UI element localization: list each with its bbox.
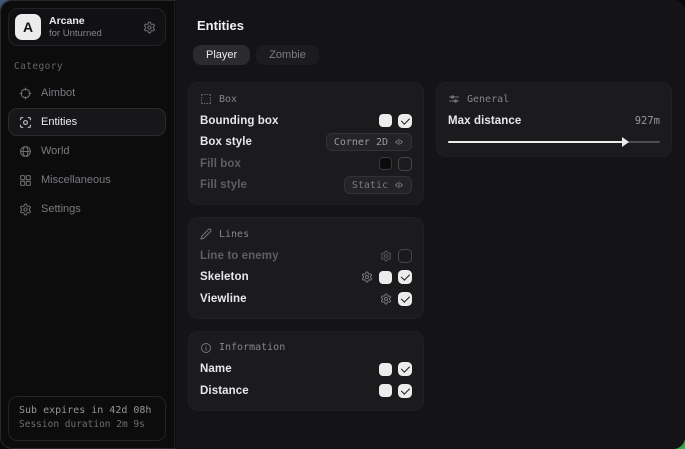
unfold-icon [394,180,404,190]
gear-icon[interactable] [380,293,392,305]
section-title: Information [219,342,285,353]
select-value: Static [352,180,388,191]
subscription-card: Sub expires in 42d 08h Session duration … [8,396,166,441]
lines-section: Lines Line to enemy Skeleton [188,217,424,319]
setting-label: Name [200,363,232,375]
color-swatch[interactable] [379,271,392,284]
slider-fill [448,141,624,143]
crosshair-icon [19,87,32,100]
gear-icon [19,203,32,216]
viewline-checkbox[interactable] [398,292,412,306]
setting-row-line-to-enemy: Line to enemy [200,245,412,267]
setting-row-distance: Distance [200,380,412,402]
color-swatch[interactable] [379,114,392,127]
sidebar-nav: Aimbot Entities World Miscellaneous Sett… [8,79,166,223]
max-distance-value: 927m [635,115,660,127]
distance-checkbox[interactable] [398,384,412,398]
fill-box-checkbox[interactable] [398,157,412,171]
main-panel: Entities Player Zombie Box Bounding box [176,0,685,449]
setting-label: Viewline [200,293,247,305]
color-swatch[interactable] [379,384,392,397]
sidebar-item-label: Miscellaneous [41,174,111,186]
app-logo-card: A Arcane for Unturned [8,8,166,46]
sidebar-item-label: World [41,145,70,157]
box-section: Box Bounding box Box style Corne [188,82,424,205]
tab-player[interactable]: Player [193,45,250,65]
section-title: Box [219,94,237,105]
setting-row-name: Name [200,359,412,381]
subscription-expiry: Sub expires in 42d 08h [19,403,155,419]
app-title: Arcane [49,15,102,28]
setting-row-viewline: Viewline [200,288,412,310]
setting-label: Skeleton [200,271,249,283]
name-checkbox[interactable] [398,362,412,376]
sidebar-item-world[interactable]: World [8,137,166,165]
setting-row-max-distance: Max distance 927m [448,110,660,132]
setting-label: Distance [200,385,249,397]
sliders-icon [448,93,460,105]
slider-handle[interactable] [622,137,629,147]
setting-label: Max distance [448,115,521,127]
color-swatch[interactable] [379,157,392,170]
tab-zombie[interactable]: Zombie [256,45,319,65]
line-to-enemy-checkbox[interactable] [398,249,412,263]
setting-label: Fill style [200,179,247,191]
pencil-icon [200,228,212,240]
app-window: A Arcane for Unturned Category Aimbot En… [0,0,685,449]
unfold-icon [394,137,404,147]
max-distance-slider[interactable] [448,136,660,148]
globe-icon [19,145,32,158]
setting-row-bounding-box: Bounding box [200,110,412,132]
setting-row-fill-box: Fill box [200,153,412,175]
sidebar-item-entities[interactable]: Entities [8,108,166,136]
information-section: Information Name Distance [188,331,424,411]
setting-label: Box style [200,136,252,148]
setting-label: Line to enemy [200,250,279,262]
scan-icon [19,116,32,129]
app-logo: A [15,14,41,40]
sidebar-item-aimbot[interactable]: Aimbot [8,79,166,107]
entity-tabs: Player Zombie [193,45,673,65]
sidebar-item-settings[interactable]: Settings [8,195,166,223]
box-select-icon [200,93,212,105]
gear-icon[interactable] [361,271,373,283]
app-subtitle: for Unturned [49,28,102,40]
session-duration: Session duration 2m 9s [19,418,155,433]
bounding-box-checkbox[interactable] [398,114,412,128]
gear-icon[interactable] [143,21,156,34]
fill-style-select[interactable]: Static [344,176,412,194]
section-title: General [467,94,509,105]
page-title: Entities [197,18,673,33]
sidebar-item-miscellaneous[interactable]: Miscellaneous [8,166,166,194]
sidebar-item-label: Settings [41,203,81,215]
sidebar-item-label: Aimbot [41,87,75,99]
section-title: Lines [219,229,249,240]
info-icon [200,342,212,354]
general-section: General Max distance 927m [436,82,672,157]
setting-label: Bounding box [200,115,279,127]
gear-icon[interactable] [380,250,392,262]
box-style-select[interactable]: Corner 2D [326,133,412,151]
setting-row-fill-style: Fill style Static [200,175,412,197]
setting-row-skeleton: Skeleton [200,267,412,289]
sidebar: A Arcane for Unturned Category Aimbot En… [0,0,175,449]
category-label: Category [14,61,160,72]
setting-row-box-style: Box style Corner 2D [200,132,412,154]
grid-icon [19,174,32,187]
color-swatch[interactable] [379,363,392,376]
skeleton-checkbox[interactable] [398,270,412,284]
sidebar-item-label: Entities [41,116,77,128]
setting-label: Fill box [200,158,241,170]
select-value: Corner 2D [334,137,388,148]
